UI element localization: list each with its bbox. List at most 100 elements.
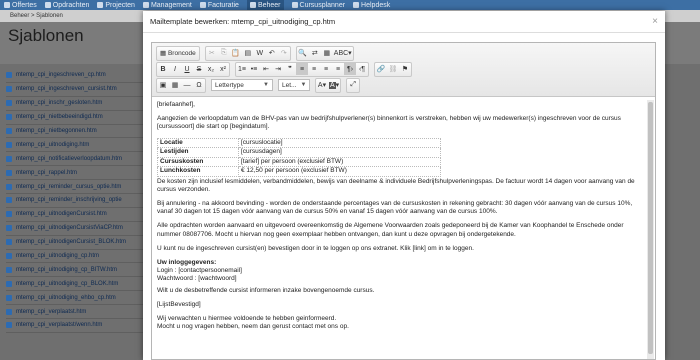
nav-item-label: Facturatie xyxy=(207,1,239,9)
editor-content[interactable]: [briefaanhef], Aangezien de verloopdatum… xyxy=(157,101,645,359)
paste-text-icon[interactable]: ▤ xyxy=(242,47,254,59)
nav-icon xyxy=(353,2,360,8)
image-icon[interactable]: ▣ xyxy=(157,79,169,91)
justify-icon[interactable]: ≡ xyxy=(332,63,344,75)
list-item[interactable]: mtemp_cpi_uitnodigenCursistViaCP.htm xyxy=(6,222,166,236)
file-name: mtemp_cpi_verplaatst.htm xyxy=(16,308,87,315)
nav-item-4[interactable]: Facturatie xyxy=(199,1,239,9)
anchor-icon[interactable]: ⚑ xyxy=(399,63,411,75)
list-item[interactable]: mtemp_cpi_uitnodiging.htm xyxy=(6,138,166,153)
nav-item-label: Offertes xyxy=(12,1,37,9)
list-item[interactable]: mtemp_cpi_reminder_inschrijving_optie xyxy=(6,194,166,208)
cut-icon[interactable]: ✂ xyxy=(206,47,218,59)
paste-word-icon[interactable]: W xyxy=(254,47,266,59)
bold-button[interactable]: B xyxy=(157,63,169,75)
scrollbar-thumb[interactable] xyxy=(648,102,653,354)
nav-item-6[interactable]: Cursusplanner xyxy=(291,2,345,9)
row-value: [tarief] per persoon (exclusief BTW) xyxy=(238,156,441,168)
nav-item-5[interactable]: Beheer xyxy=(246,0,284,10)
list-item[interactable]: mtemp_cpi_nietbebeeindigd.htm xyxy=(6,111,166,125)
source-button[interactable]: ▦ Broncode xyxy=(157,47,199,59)
list-item[interactable]: mtemp_cpi_verplaatst.htm xyxy=(6,305,166,320)
table-icon[interactable]: ▦ xyxy=(169,79,181,91)
file-icon xyxy=(6,128,12,134)
list-item[interactable]: mtemp_cpi_uitnodiging_ehbo_cp.htm xyxy=(6,291,166,306)
horizontal-rule-icon[interactable]: ― xyxy=(181,79,193,91)
file-name: mtemp_cpi_uitnodiging_cp_BITW.htm xyxy=(16,266,118,273)
numbered-list-icon[interactable]: 1≡ xyxy=(236,63,248,75)
font-family-select[interactable]: Lettertype ▼ xyxy=(211,79,273,91)
file-name: mtemp_cpi_uitnodigenCursist.htm xyxy=(16,211,107,218)
select-all-icon[interactable]: ▦ xyxy=(321,47,333,59)
list-item[interactable]: mtemp_cpi_nietbegonnen.htm xyxy=(6,125,166,139)
file-name: mtemp_cpi_nietbebeeindigd.htm xyxy=(16,114,103,121)
nav-item-1[interactable]: Opdrachten xyxy=(44,2,89,9)
chevron-down-icon: ▼ xyxy=(300,82,307,88)
blockquote-icon[interactable]: ❞ xyxy=(284,63,296,75)
list-item[interactable]: mtemp_cpi_reminder_cursus_optie.htm xyxy=(6,180,166,195)
link-icon[interactable]: 🔗 xyxy=(375,63,387,75)
list-item[interactable]: mtemp_cpi_uitnodiging_cp_BLOK.htm xyxy=(6,277,166,292)
underline-button[interactable]: U xyxy=(181,63,193,75)
maximize-icon[interactable]: ⤢ xyxy=(347,79,359,91)
find-icon[interactable]: 🔍 xyxy=(297,47,309,59)
list-item[interactable]: mtemp_cpi_uitnodigenCursist.htm xyxy=(6,208,166,222)
close-icon[interactable]: × xyxy=(652,16,658,27)
file-name: mtemp_cpi_inschr_gesloten.htm xyxy=(16,100,103,107)
list-item[interactable]: mtemp_cpi_ingeschreven_cp.htm xyxy=(6,69,166,83)
list-item[interactable]: mtemp_cpi_uitnodigenCursist_BLOK.htm xyxy=(6,236,166,250)
italic-button[interactable]: I xyxy=(169,63,181,75)
list-item[interactable]: mtemp_cpi_uitnodiging_cp_BITW.htm xyxy=(6,263,166,278)
file-name: mtemp_cpi_uitnodigenCursist_BLOK.htm xyxy=(16,239,127,246)
rtl-icon[interactable]: ‹¶ xyxy=(356,63,368,75)
text-color-icon: A xyxy=(317,81,323,89)
intro-paragraph: Aangezien de verloopdatum van de BHV-pas… xyxy=(157,115,621,131)
spellcheck-icon[interactable]: ABC▾ xyxy=(333,47,353,59)
bullet-list-icon[interactable]: •≡ xyxy=(248,63,260,75)
costs-paragraph: De kosten zijn inclusief lesmiddelen, ve… xyxy=(157,177,635,193)
file-name: mtemp_cpi_rappel.htm xyxy=(16,169,78,176)
list-item[interactable]: mtemp_cpi_ingeschreven_cursist.htm xyxy=(6,83,166,97)
copy-icon[interactable]: ⎘ xyxy=(218,47,230,59)
source-button-label: Broncode xyxy=(167,49,196,57)
outdent-icon[interactable]: ⇤ xyxy=(260,63,272,75)
editor-scrollbar[interactable] xyxy=(647,100,654,359)
subscript-button[interactable]: x₂ xyxy=(205,63,217,75)
indent-icon[interactable]: ⇥ xyxy=(272,63,284,75)
align-center-icon[interactable]: ≡ xyxy=(308,63,320,75)
list-item[interactable]: mtemp_cpi_inschr_gesloten.htm xyxy=(6,97,166,111)
edit-template-dialog: Mailtemplate bewerken: mtemp_cpi_uitnodi… xyxy=(143,11,665,360)
text-color-button[interactable]: A ▾ xyxy=(316,79,328,91)
file-name: mtemp_cpi_reminder_inschrijving_optie xyxy=(16,197,122,204)
list-item[interactable]: mtemp_cpi_uitnodiging_cp.htm xyxy=(6,250,166,264)
list-item[interactable]: mtemp_cpi_verplaatst/wenn.htm xyxy=(6,319,166,333)
list-item[interactable]: mtemp_cpi_notificatieverloopdatum.htm xyxy=(6,152,166,167)
replace-icon[interactable]: ⇄ xyxy=(309,47,321,59)
row-value: € 12,50 per persoon (exclusief BTW) xyxy=(238,166,441,177)
file-icon xyxy=(6,253,12,260)
redo-icon[interactable]: ↷ xyxy=(278,47,290,59)
nav-item-7[interactable]: Helpdesk xyxy=(353,2,390,9)
unlink-icon[interactable]: ⛓ xyxy=(387,63,399,75)
nav-icon xyxy=(291,2,298,8)
undo-icon[interactable]: ↶ xyxy=(266,47,278,59)
ltr-icon[interactable]: ¶› xyxy=(344,63,356,75)
align-right-icon[interactable]: ≡ xyxy=(320,63,332,75)
superscript-button[interactable]: x² xyxy=(217,63,229,75)
table-row: Lunchkosten € 12,50 per persoon (exclusie… xyxy=(157,166,441,177)
nav-item-3[interactable]: Management xyxy=(142,2,192,9)
nav-item-2[interactable]: Projecten xyxy=(97,2,135,9)
strike-button[interactable]: S xyxy=(193,63,205,75)
file-name: mtemp_cpi_uitnodigenCursistViaCP.htm xyxy=(16,225,123,232)
table-row: Lestijden [cursusdagen] xyxy=(157,147,441,158)
nav-item-0[interactable]: Offertes xyxy=(4,2,37,9)
list-item[interactable]: mtemp_cpi_rappel.htm xyxy=(6,166,166,181)
bg-color-button[interactable]: A ▾ xyxy=(328,79,340,91)
font-size-select[interactable]: Let... ▼ xyxy=(278,79,310,91)
file-icon xyxy=(6,197,12,204)
special-char-icon[interactable]: Ω xyxy=(193,79,205,91)
align-left-icon[interactable]: ≡ xyxy=(296,63,308,75)
paste-icon[interactable]: 📋 xyxy=(230,47,242,59)
file-icon xyxy=(6,266,12,273)
nav-icon xyxy=(4,2,10,8)
